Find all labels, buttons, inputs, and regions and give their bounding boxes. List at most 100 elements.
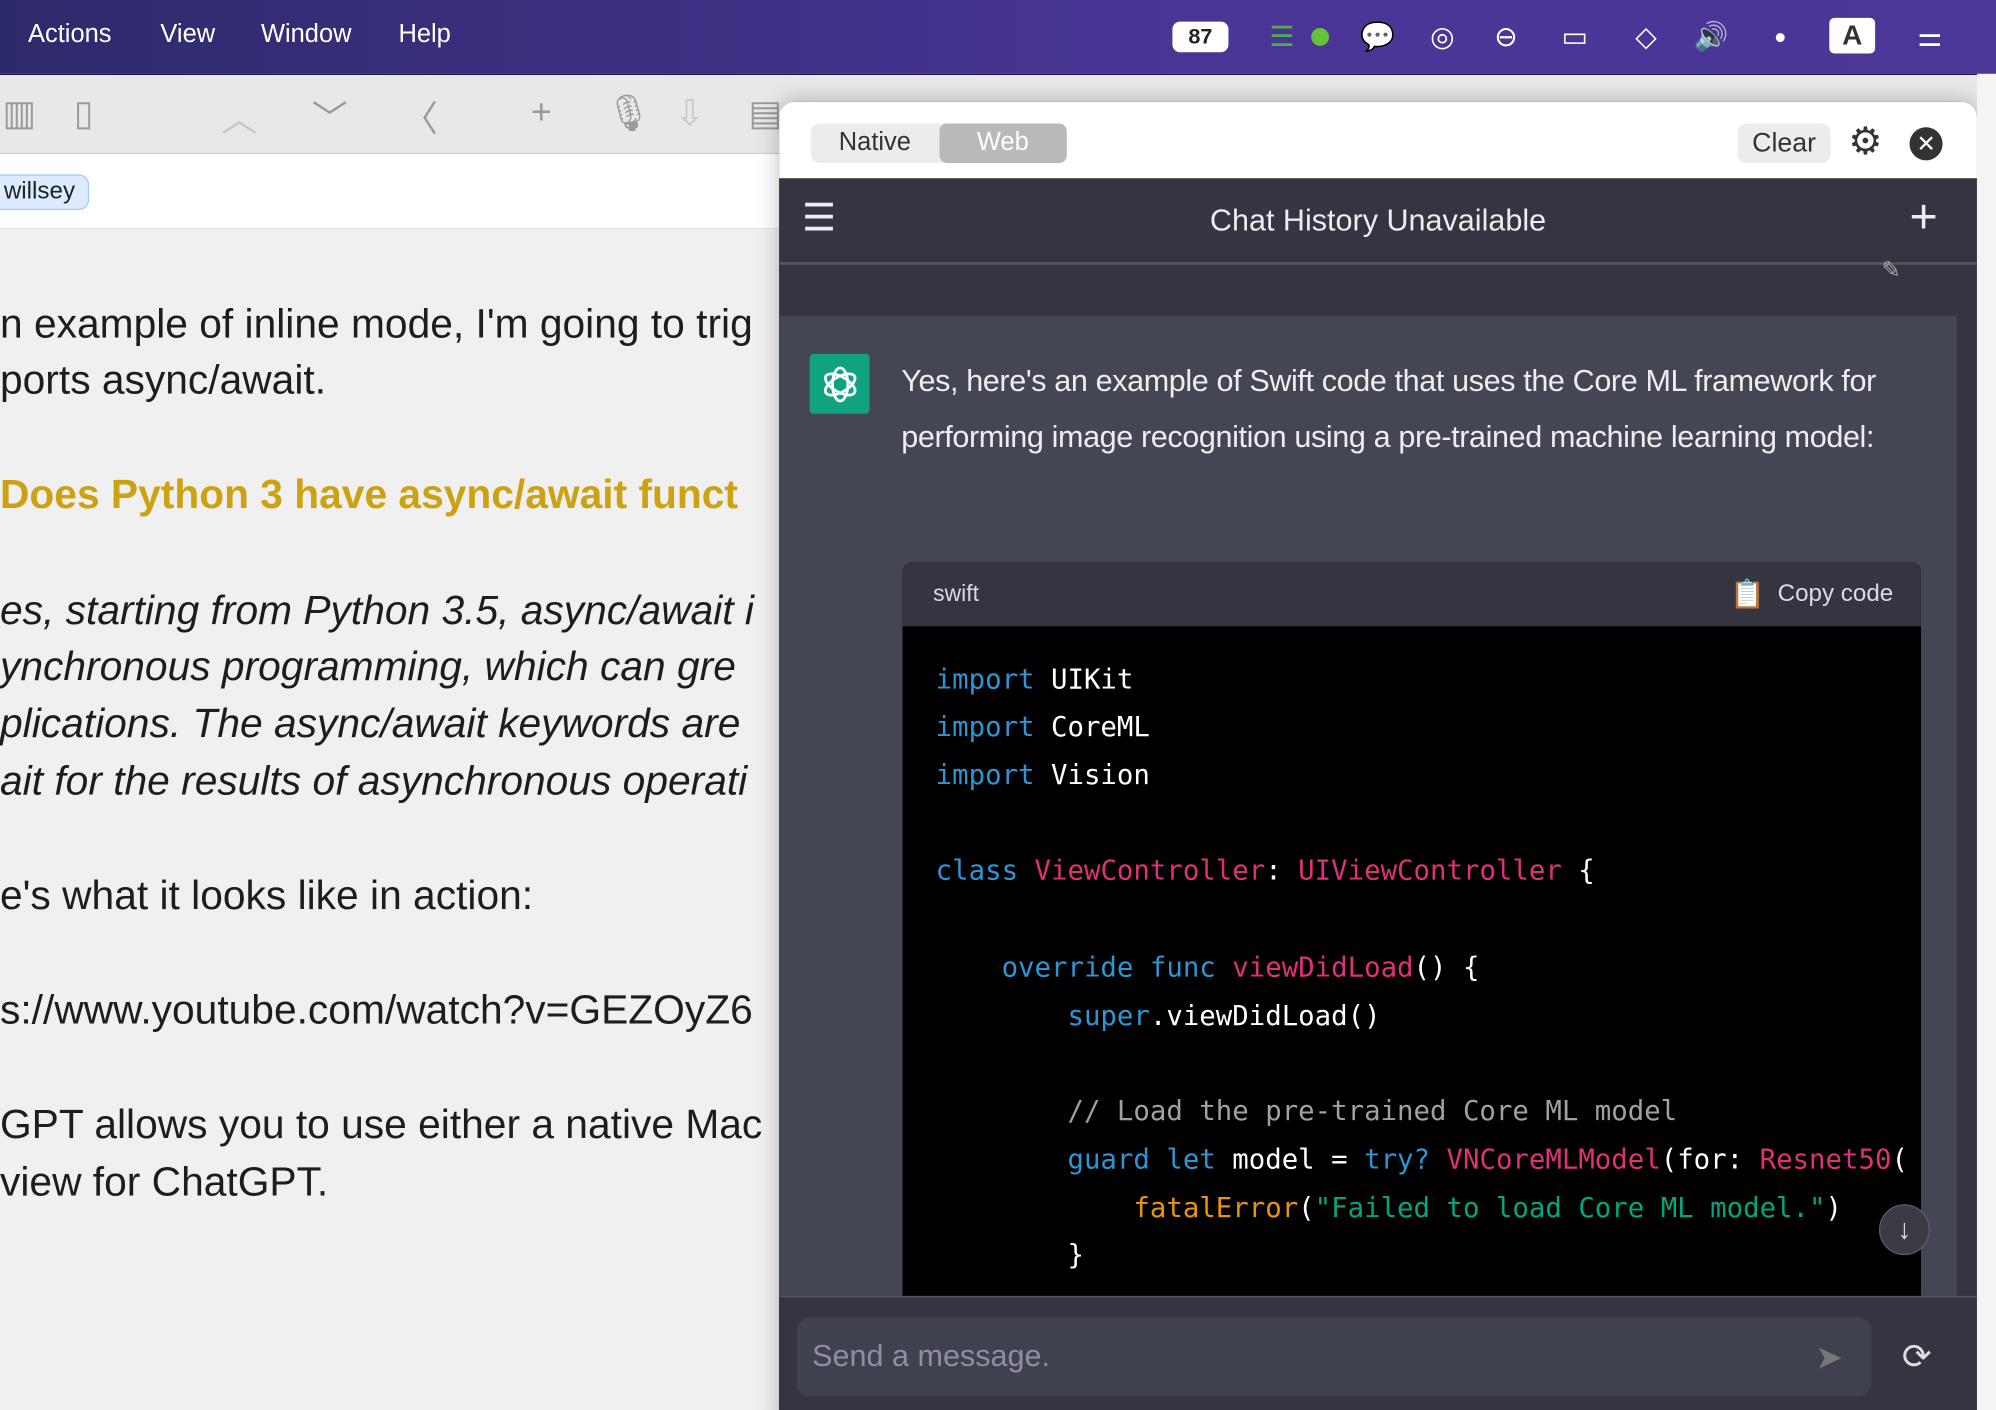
- code-token: model =: [1232, 1144, 1365, 1177]
- code-line: import UIKit: [936, 665, 1134, 697]
- volume-icon[interactable]: 🔊: [1691, 18, 1732, 56]
- document-heading: Does Python 3 have async/await funct: [0, 471, 739, 517]
- copy-code-button[interactable]: 📋 Copy code: [1730, 578, 1893, 611]
- code-line: class ViewController: UIViewController {: [936, 855, 1595, 887]
- code-line: import Vision: [936, 760, 1150, 792]
- code-token: ): [1825, 1192, 1842, 1225]
- code-token: import: [935, 711, 1052, 744]
- code-token: "Failed to load Core ML model.": [1314, 1192, 1826, 1225]
- close-icon[interactable]: ✕: [1909, 127, 1943, 161]
- document-line: plications. The async/await keywords are: [0, 700, 741, 746]
- regenerate-icon[interactable]: ⟳: [1902, 1335, 1932, 1377]
- panel-toggle-icon[interactable]: ▯: [74, 92, 94, 134]
- document-line: ports async/await.: [0, 356, 327, 403]
- chatgpt-logo-icon: [809, 353, 870, 414]
- chat-title: Chat History Unavailable: [1209, 203, 1547, 239]
- code-line: }: [935, 1239, 1084, 1272]
- microphone-icon[interactable]: 🎙: [606, 92, 651, 134]
- copy-code-label: Copy code: [1777, 580, 1894, 608]
- clear-button[interactable]: Clear: [1737, 123, 1831, 163]
- code-token: ViewController: [1034, 855, 1266, 888]
- code-token: (: [1298, 1192, 1315, 1225]
- code-token: Resnet50: [1759, 1144, 1892, 1177]
- chatgpt-popover: Native Web Clear ⚙ ✕ ☰ Chat History Unav…: [779, 101, 1977, 1410]
- document-line: ait for the results of asynchronous oper…: [0, 757, 748, 804]
- window-icon[interactable]: ▭: [1553, 18, 1596, 56]
- code-token: CoreML: [1051, 711, 1150, 744]
- new-chat-plus-icon[interactable]: +: [1910, 191, 1938, 246]
- back-icon[interactable]: 〈: [402, 92, 438, 143]
- inbox-icon[interactable]: ⇩: [675, 92, 705, 134]
- code-token: viewDidLoad: [1232, 952, 1414, 985]
- code-token: UIViewController: [1298, 855, 1562, 888]
- sidebar-toggle-icon[interactable]: ▥: [3, 92, 37, 134]
- archive-icon[interactable]: ▤: [749, 92, 783, 134]
- edit-icon[interactable]: ✎: [1881, 257, 1900, 284]
- chevron-up-icon[interactable]: ︿: [222, 92, 258, 143]
- dot-icon[interactable]: [1775, 33, 1785, 43]
- gear-icon[interactable]: ⚙: [1848, 120, 1882, 165]
- code-token: (for:: [1660, 1144, 1760, 1177]
- layers-icon[interactable]: ◇: [1626, 18, 1667, 56]
- message-input[interactable]: [796, 1317, 1872, 1397]
- status-dot-icon[interactable]: [1311, 28, 1330, 46]
- message-text: Yes, here's an example of Swift code tha…: [901, 364, 1876, 455]
- popover-header: Native Web Clear ⚙ ✕: [779, 101, 1977, 179]
- code-token: try?: [1364, 1144, 1447, 1177]
- document-line: e's what it looks like in action:: [0, 872, 534, 918]
- code-token: {: [1561, 855, 1595, 888]
- menu-window[interactable]: Window: [261, 20, 352, 49]
- code-line: override func viewDidLoad() {: [936, 952, 1480, 984]
- document-line: ynchronous programming, which can gre: [0, 642, 736, 689]
- battery-indicator[interactable]: 87: [1172, 21, 1229, 53]
- document-line: GPT allows you to use either a native Ma…: [0, 1101, 763, 1147]
- control-center-icon[interactable]: ⚌: [1910, 18, 1951, 56]
- chevron-down-icon[interactable]: ﹀: [312, 92, 348, 143]
- code-token: }: [935, 1239, 1084, 1272]
- chat-navbar: ☰ Chat History Unavailable +: [779, 178, 1977, 265]
- code-token: :: [1265, 855, 1299, 888]
- menu-actions[interactable]: Actions: [28, 20, 112, 49]
- assistant-message: Yes, here's an example of Swift code tha…: [779, 315, 1957, 1327]
- mode-native-button[interactable]: Native: [811, 123, 939, 162]
- background-window-edge: [1976, 73, 1996, 1410]
- tag-chip[interactable]: willsey: [0, 174, 90, 211]
- document-line: view for ChatGPT.: [0, 1158, 329, 1205]
- toggle-circle-icon[interactable]: ⊖: [1486, 18, 1527, 56]
- code-token: class: [935, 855, 1035, 888]
- code-token: VNCoreMLModel: [1446, 1144, 1661, 1177]
- code-line: import CoreML: [936, 712, 1150, 744]
- code-token: import: [935, 759, 1052, 792]
- document-line: es, starting from Python 3.5, async/awai…: [0, 586, 754, 633]
- mode-segmented-control: Native Web: [810, 123, 1067, 163]
- code-token: override: [935, 952, 1150, 985]
- code-token: super: [935, 1000, 1150, 1033]
- menu-view[interactable]: View: [160, 20, 215, 49]
- code-language: swift: [933, 580, 979, 606]
- document-line: n example of inline mode, I'm going to t…: [0, 300, 753, 347]
- mode-web-button[interactable]: Web: [938, 123, 1067, 163]
- stats-icon[interactable]: ☰: [1264, 18, 1300, 56]
- plus-icon[interactable]: +: [531, 92, 552, 133]
- code-token: fatalError: [935, 1192, 1299, 1225]
- code-block: swift 📋 Copy code import UIKit import Cor…: [902, 562, 1921, 1327]
- code-token: guard: [935, 1144, 1167, 1177]
- vpn-lock-icon[interactable]: ◎: [1422, 18, 1463, 56]
- input-source-icon[interactable]: A: [1829, 17, 1876, 54]
- code-line: // Load the pre-trained Core ML model: [935, 1096, 1678, 1128]
- code-token: func: [1149, 952, 1233, 985]
- send-icon[interactable]: ➤: [1815, 1338, 1843, 1377]
- menu-bar: Actions View Window Help 87 ☰ 💬 ◎ ⊖ ▭ ◇ …: [0, 0, 1996, 76]
- menu-help[interactable]: Help: [398, 20, 450, 49]
- code-line: guard let model = try? VNCoreMLModel(for…: [935, 1144, 1908, 1177]
- code-token: // Load the pre-trained Core ML model: [935, 1096, 1678, 1128]
- scroll-down-arrow-icon[interactable]: ↓: [1878, 1204, 1930, 1256]
- code-token: import: [935, 664, 1052, 697]
- code-token: let: [1166, 1144, 1233, 1177]
- screen: Actions View Window Help 87 ☰ 💬 ◎ ⊖ ▭ ◇ …: [0, 0, 1996, 1410]
- chat-bubble-icon[interactable]: 💬: [1357, 18, 1398, 56]
- code-token: (: [1891, 1144, 1908, 1177]
- document-line: s://www.youtube.com/watch?v=GEZOyZ6: [0, 986, 753, 1033]
- composer: ➤ ⟳: [779, 1295, 1977, 1410]
- code-token: .viewDidLoad(): [1149, 1000, 1381, 1033]
